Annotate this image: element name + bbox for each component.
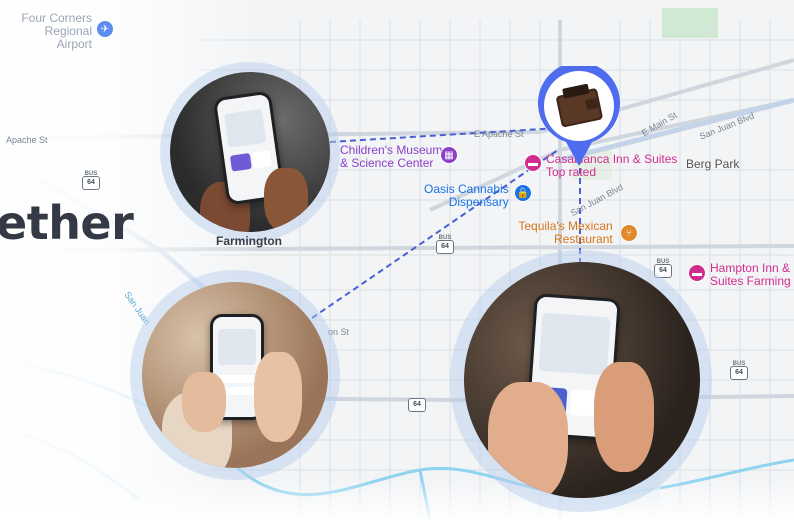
map-scene: ether Four Corners Regional Airport ✈ Ap… xyxy=(0,0,794,520)
route-badge: BUS 64 xyxy=(436,235,454,254)
hotel-bed-icon[interactable]: ▬ xyxy=(688,264,706,282)
hand-left xyxy=(488,382,568,498)
childrens-museum-label: Children's Museum & Science Center xyxy=(340,144,442,170)
hand-right xyxy=(254,352,302,442)
hampton-line2: Suites Farming xyxy=(710,274,791,288)
route-badge: BUS 64 xyxy=(82,171,100,190)
berg-park-label: Berg Park xyxy=(686,157,740,171)
route-badge-type: BUS xyxy=(656,259,670,265)
route-badge-type: BUS xyxy=(84,171,98,177)
lock-bag-icon[interactable]: 🔒 xyxy=(514,184,532,202)
route-badge-type: BUS xyxy=(732,361,746,367)
route-badge-number: 64 xyxy=(441,243,449,250)
hand-left xyxy=(182,372,226,432)
airport-label: Four Corners Regional Airport xyxy=(8,12,92,51)
hand-right xyxy=(264,168,308,232)
route-badge: BUS 64 xyxy=(730,361,748,380)
fork-knife-icon[interactable]: ⑂ xyxy=(620,224,638,242)
hand-right xyxy=(594,362,654,472)
oasis-label: Oasis Cannabis Dispensary xyxy=(424,183,509,209)
tequilas-line2: Restaurant xyxy=(554,232,613,246)
hampton-label: Hampton Inn & Suites Farming xyxy=(710,262,791,288)
airplane-icon: ✈ xyxy=(96,20,114,38)
farmington-label: Farmington xyxy=(216,234,282,248)
tequilas-label: Tequila's Mexican Restaurant xyxy=(516,220,613,246)
route-badge-type: BUS xyxy=(438,235,452,241)
childrens-museum-line2: & Science Center xyxy=(340,156,434,170)
photo-lower-right xyxy=(464,262,700,498)
photo-lower-left xyxy=(142,282,328,468)
route-badge-number: 64 xyxy=(735,369,743,376)
apache-st-label: Apache St xyxy=(6,135,48,145)
e-apache-st-label: E Apache St xyxy=(474,129,524,139)
oasis-line2: Dispensary xyxy=(448,195,509,209)
route-badge-number: 64 xyxy=(659,267,667,274)
route-badge: 64 xyxy=(408,398,426,412)
photo-farmington xyxy=(170,72,330,232)
route-badge-number: 64 xyxy=(413,401,421,408)
route-badge-number: 64 xyxy=(87,179,95,186)
airport-label-text: Four Corners Regional Airport xyxy=(21,11,92,51)
museum-icon[interactable]: ▦ xyxy=(440,146,458,164)
wallet-pin-icon[interactable] xyxy=(534,66,624,168)
headline-text: ether xyxy=(0,196,134,250)
